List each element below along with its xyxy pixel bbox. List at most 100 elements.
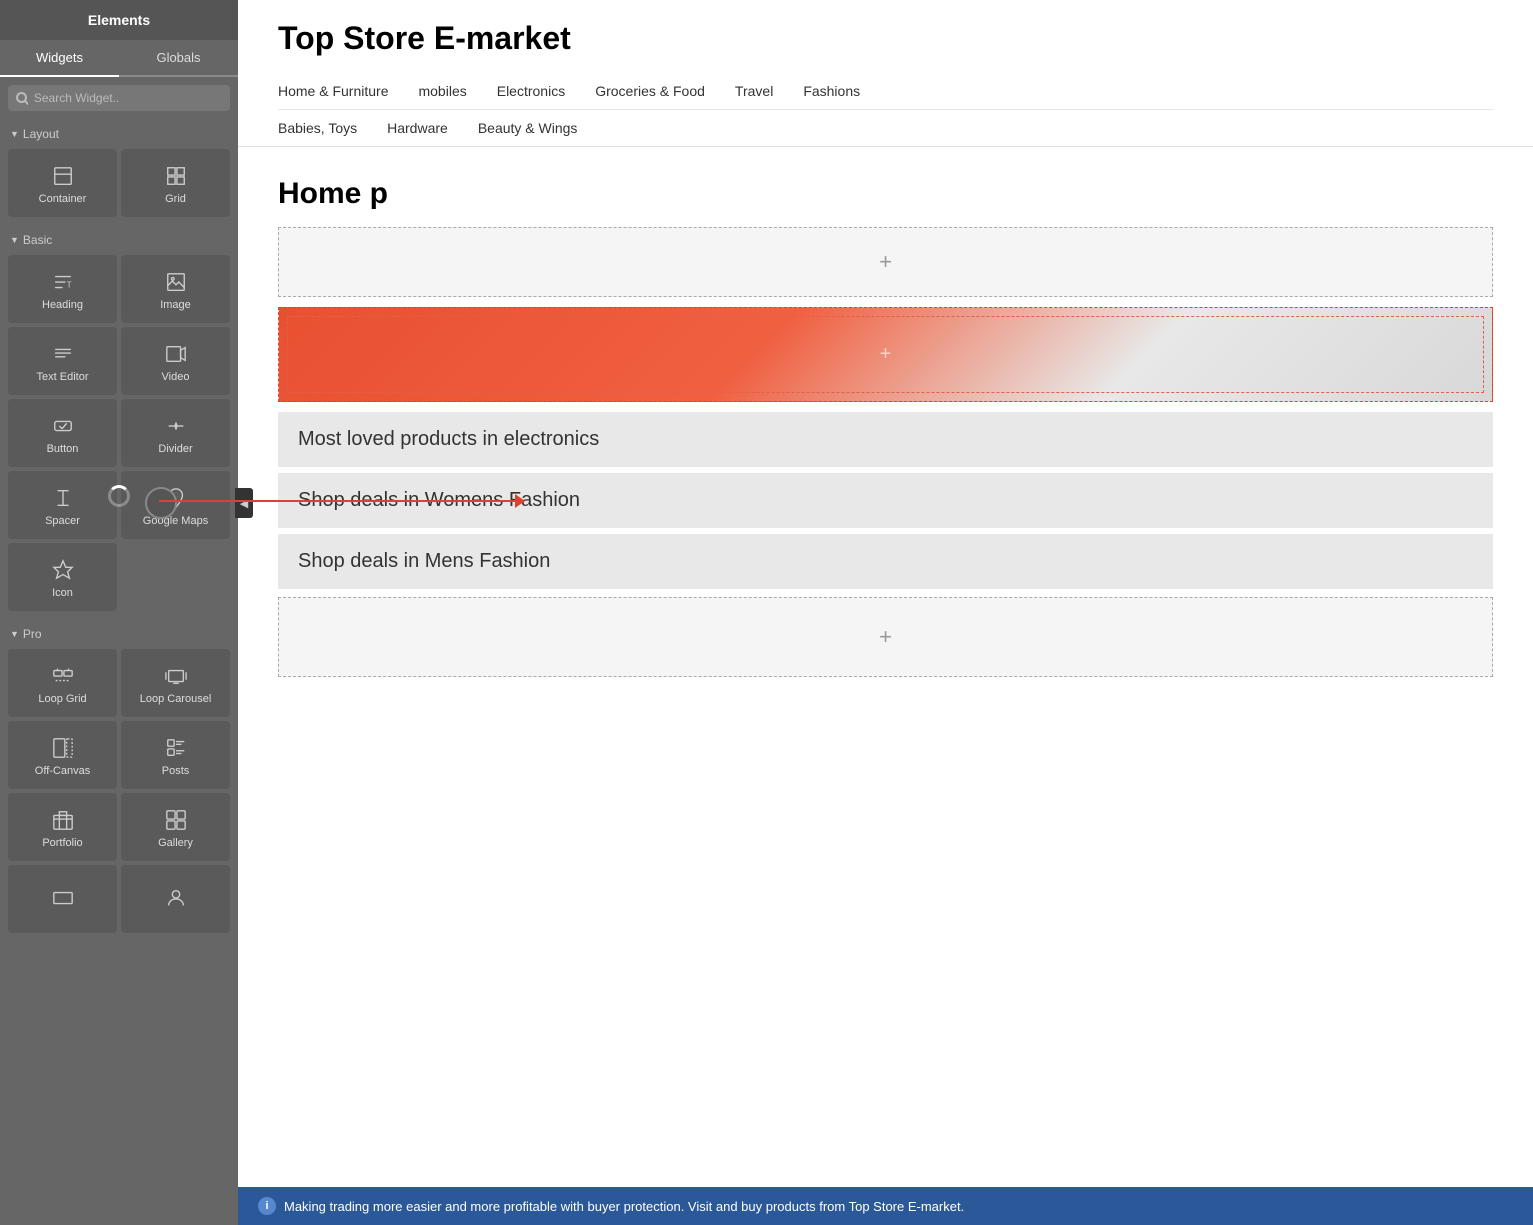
widget-image[interactable]: Image <box>121 255 230 323</box>
google-maps-icon <box>163 485 189 511</box>
loop-grid-icon <box>50 663 76 689</box>
plus-icon-red: + <box>880 343 892 366</box>
loop-carousel-icon <box>163 663 189 689</box>
red-section-drop[interactable]: + <box>287 316 1484 393</box>
widget-loop-grid-label: Loop Grid <box>38 693 86 705</box>
widget-spacer[interactable]: Spacer <box>8 471 117 539</box>
section-label-basic: Basic <box>0 225 238 251</box>
nav-row2: Babies, Toys Hardware Beauty & Wings <box>278 110 1493 146</box>
widget-posts-label: Posts <box>162 765 190 777</box>
divider-icon <box>163 413 189 439</box>
sidebar-tabs: Widgets Globals <box>0 40 238 77</box>
nav-groceries[interactable]: Groceries & Food <box>595 83 705 99</box>
extra1-icon <box>50 885 76 911</box>
store-title: Top Store E-market <box>278 20 1493 73</box>
widget-button-label: Button <box>47 443 79 455</box>
widget-button[interactable]: Button <box>8 399 117 467</box>
canvas[interactable]: Top Store E-market Home & Furniture mobi… <box>238 0 1533 1187</box>
svg-text:T: T <box>66 281 71 290</box>
info-icon: i <box>258 1197 276 1215</box>
main-content: Top Store E-market Home & Furniture mobi… <box>238 0 1533 1225</box>
extra2-icon <box>163 885 189 911</box>
section-label-pro: Pro <box>0 619 238 645</box>
store-header: Top Store E-market Home & Furniture mobi… <box>238 0 1533 147</box>
widget-portfolio-label: Portfolio <box>42 837 82 849</box>
sidebar-title: Elements <box>0 0 238 40</box>
tab-widgets[interactable]: Widgets <box>0 40 119 77</box>
widget-text-editor[interactable]: Text Editor <box>8 327 117 395</box>
widget-gallery[interactable]: Gallery <box>121 793 230 861</box>
widget-gallery-label: Gallery <box>158 837 193 849</box>
widget-icon-label: Icon <box>52 587 73 599</box>
widget-off-canvas[interactable]: Off-Canvas <box>8 721 117 789</box>
nav-home-furniture[interactable]: Home & Furniture <box>278 83 388 99</box>
widget-video[interactable]: Video <box>121 327 230 395</box>
widget-divider-label: Divider <box>158 443 192 455</box>
bottom-bar-text: Making trading more easier and more prof… <box>284 1199 964 1214</box>
pro-widgets: Loop Grid Loop Carousel Off-Canvas Posts… <box>0 645 238 941</box>
nav-mobiles[interactable]: mobiles <box>418 83 466 99</box>
widget-loop-carousel[interactable]: Loop Carousel <box>121 649 230 717</box>
portfolio-icon <box>50 807 76 833</box>
plus-icon-top: + <box>879 249 892 275</box>
page-content: Home p + + Most loved products in electr… <box>238 147 1533 717</box>
text-editor-icon <box>50 341 76 367</box>
icon-widget-icon <box>50 557 76 583</box>
red-hero-section[interactable]: + <box>278 307 1493 402</box>
posts-icon <box>163 735 189 761</box>
section-womens-fashion[interactable]: Shop deals in Womens Fashion <box>278 473 1493 528</box>
widget-loop-grid[interactable]: Loop Grid <box>8 649 117 717</box>
grid-icon <box>163 163 189 189</box>
gallery-icon <box>163 807 189 833</box>
widget-icon[interactable]: Icon <box>8 543 117 611</box>
collapse-sidebar-button[interactable]: ◀ <box>235 488 253 518</box>
widget-google-maps-label: Google Maps <box>143 515 208 527</box>
video-icon <box>163 341 189 367</box>
nav-hardware[interactable]: Hardware <box>387 120 448 136</box>
drop-zone-top[interactable]: + <box>278 227 1493 297</box>
search-input[interactable] <box>34 91 222 105</box>
widget-divider[interactable]: Divider <box>121 399 230 467</box>
button-icon <box>50 413 76 439</box>
section-mens-fashion[interactable]: Shop deals in Mens Fashion <box>278 534 1493 589</box>
widget-image-label: Image <box>160 299 191 311</box>
section-label-layout: Layout <box>0 119 238 145</box>
store-page: Top Store E-market Home & Furniture mobi… <box>238 0 1533 1187</box>
heading-icon: T <box>50 269 76 295</box>
widget-grid[interactable]: Grid <box>121 149 230 217</box>
widget-video-label: Video <box>162 371 190 383</box>
loading-spinner <box>105 482 133 510</box>
section-electronics[interactable]: Most loved products in electronics <box>278 412 1493 467</box>
spacer-icon <box>50 485 76 511</box>
widget-container[interactable]: Container <box>8 149 117 217</box>
widget-text-editor-label: Text Editor <box>37 371 89 383</box>
nav-fashions[interactable]: Fashions <box>803 83 860 99</box>
basic-widgets: T Heading Image Text Editor Video <box>0 251 238 619</box>
plus-icon-bottom: + <box>879 624 892 650</box>
page-title: Home p <box>278 177 1493 211</box>
widget-off-canvas-label: Off-Canvas <box>35 765 90 777</box>
search-icon <box>16 92 28 105</box>
nav-babies-toys[interactable]: Babies, Toys <box>278 120 357 136</box>
nav-travel[interactable]: Travel <box>735 83 773 99</box>
drop-zone-bottom[interactable]: + <box>278 597 1493 677</box>
nav-electronics[interactable]: Electronics <box>497 83 565 99</box>
sidebar: Elements Widgets Globals Layout Containe… <box>0 0 238 1225</box>
widget-grid-label: Grid <box>165 193 186 205</box>
widget-posts[interactable]: Posts <box>121 721 230 789</box>
search-bar[interactable] <box>8 85 230 111</box>
widget-heading[interactable]: T Heading <box>8 255 117 323</box>
nav-row1: Home & Furniture mobiles Electronics Gro… <box>278 73 1493 110</box>
widget-heading-label: Heading <box>42 299 83 311</box>
widget-google-maps[interactable]: Google Maps <box>121 471 230 539</box>
layout-widgets: Container Grid <box>0 145 238 225</box>
image-icon <box>163 269 189 295</box>
widget-loop-carousel-label: Loop Carousel <box>140 693 212 705</box>
tab-globals[interactable]: Globals <box>119 40 238 75</box>
nav-beauty[interactable]: Beauty & Wings <box>478 120 578 136</box>
widget-extra2[interactable] <box>121 865 230 933</box>
container-icon <box>50 163 76 189</box>
widget-portfolio[interactable]: Portfolio <box>8 793 117 861</box>
widget-extra1[interactable] <box>8 865 117 933</box>
bottom-bar: i Making trading more easier and more pr… <box>238 1187 1533 1225</box>
